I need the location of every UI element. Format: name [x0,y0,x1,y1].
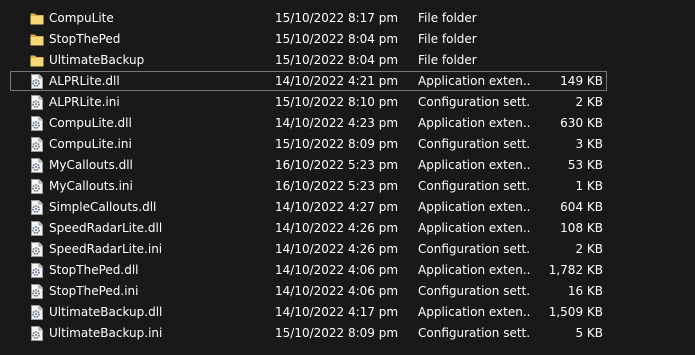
folder-icon [30,11,44,26]
file-name: UltimateBackup.dll [49,305,163,319]
file-size: 108 KB [560,221,603,235]
file-type: Configuration sett... [418,326,530,340]
file-row[interactable]: CompuLite.ini 15/10/2022 8:09 pm Configura… [0,134,695,155]
file-size: 630 KB [560,116,603,130]
file-size: 2 KB [575,95,603,109]
file-date-modified: 15/10/2022 8:09 pm [275,326,399,340]
gear-file-icon [30,263,44,278]
file-size: 1,782 KB [548,263,603,277]
file-row[interactable]: SpeedRadarLite.ini 14/10/2022 4:26 pm Conf… [0,239,695,260]
file-name: UltimateBackup.ini [49,326,163,340]
file-name: MyCallouts.ini [49,179,133,193]
file-name: CompuLite.ini [49,137,132,151]
file-type: Configuration sett... [418,95,530,109]
gear-file-icon [30,200,44,215]
file-name: MyCallouts.dll [49,158,133,172]
file-size: 1 KB [575,179,603,193]
file-type: Application exten... [418,305,530,319]
file-row[interactable]: UltimateBackup.ini 15/10/2022 8:09 pm Conf… [0,323,695,344]
file-row[interactable]: StopThePed 15/10/2022 8:04 pm File folder [0,29,695,50]
file-type: Application exten... [418,74,530,88]
file-name: SimpleCallouts.dll [49,200,157,214]
file-type: Configuration sett... [418,284,530,298]
file-type: Application exten... [418,263,530,277]
gear-file-icon [30,158,44,173]
file-type: File folder [418,32,477,46]
file-row[interactable]: UltimateBackup 15/10/2022 8:04 pm File fol… [0,50,695,71]
file-size: 53 KB [567,158,603,172]
file-date-modified: 14/10/2022 4:06 pm [275,284,399,298]
file-row[interactable]: SpeedRadarLite.dll 14/10/2022 4:26 pm Appl… [0,218,695,239]
file-row[interactable]: CompuLite 15/10/2022 8:17 pm File folder [0,8,695,29]
file-row[interactable]: CompuLite.dll 14/10/2022 4:23 pm Applicati… [0,113,695,134]
file-name: SpeedRadarLite.ini [49,242,163,256]
gear-file-icon [30,74,44,89]
folder-icon [30,32,44,47]
file-name: CompuLite.dll [49,116,132,130]
file-size: 16 KB [567,284,603,298]
file-date-modified: 14/10/2022 4:23 pm [275,116,399,130]
file-size: 3 KB [575,137,603,151]
file-date-modified: 15/10/2022 8:10 pm [275,95,399,109]
settings-file-icon [30,179,44,194]
file-type: File folder [418,11,477,25]
file-row[interactable]: StopThePed.dll 14/10/2022 4:06 pm Applicat… [0,260,695,281]
settings-file-icon [30,242,44,257]
file-name: SpeedRadarLite.dll [49,221,163,235]
file-date-modified: 14/10/2022 4:06 pm [275,263,399,277]
file-row[interactable]: MyCallouts.ini 16/10/2022 5:23 pm Configur… [0,176,695,197]
file-date-modified: 14/10/2022 4:21 pm [275,74,399,88]
file-date-modified: 15/10/2022 8:04 pm [275,53,399,67]
file-size: 1,509 KB [548,305,603,319]
file-type: Application exten... [418,200,530,214]
file-date-modified: 14/10/2022 4:26 pm [275,242,399,256]
file-date-modified: 14/10/2022 4:26 pm [275,221,399,235]
settings-file-icon [30,95,44,110]
file-size: 604 KB [560,200,603,214]
file-row[interactable]: StopThePed.ini 14/10/2022 4:06 pm Configur… [0,281,695,302]
file-list: CompuLite 15/10/2022 8:17 pm File folder S… [0,8,695,344]
file-date-modified: 16/10/2022 5:23 pm [275,158,399,172]
file-type: Application exten... [418,158,530,172]
file-size: 5 KB [575,326,603,340]
settings-file-icon [30,326,44,341]
file-type: File folder [418,53,477,67]
file-size: 149 KB [560,74,603,88]
file-type: Configuration sett... [418,242,530,256]
file-type: Configuration sett... [418,137,530,151]
file-date-modified: 15/10/2022 8:17 pm [275,11,399,25]
file-name: StopThePed.dll [49,263,139,277]
file-row[interactable]: ALPRLite.dll 14/10/2022 4:21 pm Applicatio… [0,71,695,92]
gear-file-icon [30,221,44,236]
file-type: Application exten... [418,221,530,235]
file-row[interactable]: ALPRLite.ini 15/10/2022 8:10 pm Configurat… [0,92,695,113]
file-row[interactable]: MyCallouts.dll 16/10/2022 5:23 pm Applicat… [0,155,695,176]
gear-file-icon [30,305,44,320]
file-name: CompuLite [49,11,114,25]
file-date-modified: 15/10/2022 8:04 pm [275,32,399,46]
file-row[interactable]: UltimateBackup.dll 14/10/2022 4:17 pm Appl… [0,302,695,323]
file-date-modified: 14/10/2022 4:17 pm [275,305,399,319]
file-name: ALPRLite.dll [49,74,120,88]
file-name: UltimateBackup [49,53,145,67]
file-date-modified: 16/10/2022 5:23 pm [275,179,399,193]
file-name: StopThePed [49,32,121,46]
folder-icon [30,53,44,68]
file-date-modified: 14/10/2022 4:27 pm [275,200,399,214]
file-row[interactable]: SimpleCallouts.dll 14/10/2022 4:27 pm Appl… [0,197,695,218]
file-size: 2 KB [575,242,603,256]
gear-file-icon [30,116,44,131]
settings-file-icon [30,137,44,152]
file-name: StopThePed.ini [49,284,139,298]
file-type: Application exten... [418,116,530,130]
settings-file-icon [30,284,44,299]
file-name: ALPRLite.ini [49,95,120,109]
file-date-modified: 15/10/2022 8:09 pm [275,137,399,151]
file-type: Configuration sett... [418,179,530,193]
